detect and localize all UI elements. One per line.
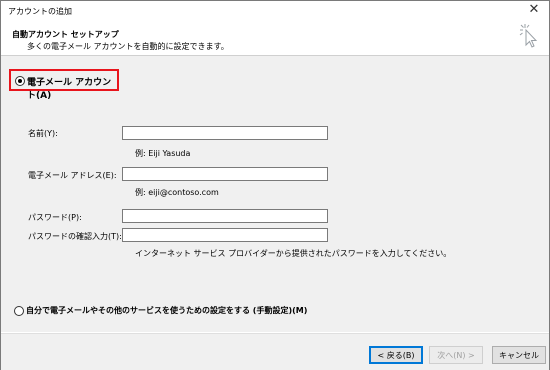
window-title: アカウントの追加: [8, 7, 72, 16]
password-confirm-label: パスワードの確認入力(T):: [28, 232, 122, 241]
password-label: パスワード(P):: [28, 213, 82, 222]
cancel-button[interactable]: キャンセル: [492, 346, 546, 364]
add-account-dialog: アカウントの追加 ✕ 自動アカウント セットアップ 多くの電子メール アカウント…: [0, 0, 550, 370]
email-address-input[interactable]: [122, 167, 328, 181]
manual-setup-label: 自分で電子メールやその他のサービスを使うための設定をする (手動設定)(M): [26, 306, 308, 315]
content-area: 電子メール アカウント(A) 名前(Y): 例: Eiji Yasuda 電子メ…: [1, 56, 549, 332]
name-label: 名前(Y):: [28, 129, 58, 138]
back-button[interactable]: < 戻る(B): [369, 346, 423, 364]
name-input[interactable]: [122, 126, 328, 140]
wizard-header: 自動アカウント セットアップ 多くの電子メール アカウントを自動的に設定できます…: [1, 21, 549, 56]
email-account-option[interactable]: 電子メール アカウント(A): [9, 69, 119, 101]
email-account-radio[interactable]: [15, 76, 25, 86]
password-input[interactable]: [122, 209, 328, 223]
email-address-label: 電子メール アドレス(E):: [28, 171, 117, 180]
password-hint: インターネット サービス プロバイダーから提供されたパスワードを入力してください…: [135, 249, 452, 258]
email-example: 例: eiji@contoso.com: [135, 188, 219, 197]
email-account-label: 電子メール アカウント(A): [27, 78, 112, 101]
header-subtitle: 多くの電子メール アカウントを自動的に設定できます。: [27, 42, 229, 51]
header-title: 自動アカウント セットアップ: [12, 30, 119, 39]
manual-setup-radio[interactable]: [14, 306, 24, 316]
button-bar: < 戻る(B) 次へ(N) > キャンセル: [1, 333, 549, 370]
name-example: 例: Eiji Yasuda: [135, 149, 191, 158]
title-bar: アカウントの追加 ✕: [1, 1, 549, 21]
close-icon[interactable]: ✕: [527, 3, 541, 17]
next-button[interactable]: 次へ(N) >: [429, 346, 483, 364]
password-confirm-input[interactable]: [122, 228, 328, 242]
cursor-sparkle-icon: [519, 24, 538, 48]
